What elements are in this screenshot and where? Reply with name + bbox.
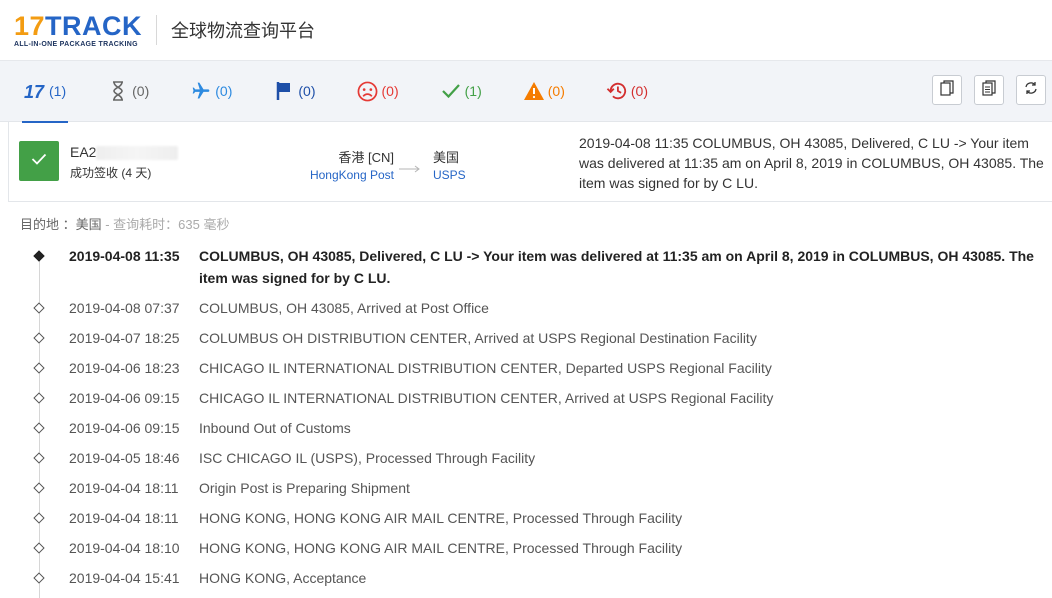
redacted-tracking-number	[96, 146, 179, 161]
filter-expired-count: (0)	[630, 83, 648, 99]
timeline-diamond-icon	[33, 362, 45, 374]
filter-not-found[interactable]: (0)	[95, 60, 161, 122]
timeline-diamond-icon	[33, 542, 45, 554]
copy-all-icon	[982, 79, 996, 101]
timeline-diamond-icon	[33, 250, 45, 262]
event-description: HONG KONG, HONG KONG AIR MAIL CENTRE, Pr…	[199, 510, 683, 526]
filter-not-found-count: (0)	[132, 83, 150, 99]
latest-event: 2019-04-08 11:35 COLUMBUS, OH 43085, Del…	[579, 135, 1044, 191]
copy-all-button[interactable]	[974, 75, 1004, 105]
page-title: 全球物流查询平台	[171, 21, 315, 41]
copy-button[interactable]	[932, 75, 962, 105]
filter-in-transit[interactable]: (0)	[178, 60, 244, 122]
filter-delivered[interactable]: (1)	[428, 60, 494, 122]
event-time: 2019-04-04 15:41	[69, 570, 180, 586]
event-description: CHICAGO IL INTERNATIONAL DISTRIBUTION CE…	[199, 360, 772, 376]
shipment-summary: EA2 成功签收 (4 天) 香港 [CN] HongKong Post 美国 …	[8, 122, 1052, 202]
origin-carrier-link[interactable]: HongKong Post	[310, 168, 394, 182]
filter-alert-count: (0)	[547, 83, 565, 99]
event-time: 2019-04-04 18:11	[69, 480, 179, 496]
17track-logo-icon: 17	[24, 80, 46, 102]
event-time: 2019-04-07 18:25	[69, 330, 180, 346]
refresh-button[interactable]	[1016, 75, 1046, 105]
page-header: 17TRACK ALL-IN-ONE PACKAGE TRACKING 全球物流…	[0, 0, 1052, 60]
destination-info: 美国 USPS	[433, 147, 466, 182]
event-description: COLUMBUS, OH 43085, Arrived at Post Offi…	[199, 300, 489, 316]
checkmark-icon	[31, 152, 47, 170]
timeline-diamond-icon	[33, 512, 45, 524]
query-time: - 查询耗时：635 毫秒	[101, 217, 230, 232]
event-description: COLUMBUS OH DISTRIBUTION CENTER, Arrived…	[199, 330, 757, 346]
hourglass-icon	[107, 80, 129, 102]
event-description: Origin Post is Preparing Shipment	[199, 480, 410, 496]
tracking-number-prefix: EA2	[70, 144, 97, 160]
event-description: HONG KONG, Acceptance	[199, 570, 367, 586]
filter-expired[interactable]: (0)	[594, 60, 660, 122]
filter-pick-up-count: (0)	[298, 83, 316, 99]
warning-icon	[523, 80, 545, 102]
event-time: 2019-04-04 18:10	[69, 540, 180, 556]
destination-carrier-link[interactable]: USPS	[433, 168, 466, 182]
filter-undelivered-count: (0)	[381, 83, 399, 99]
origin-country: 香港 [CN]	[338, 150, 394, 165]
timeline-diamond-icon	[33, 452, 45, 464]
filter-alert[interactable]: (0)	[511, 60, 577, 122]
event-time: 2019-04-06 18:23	[69, 360, 180, 376]
status-filter-bar: 17 (1) (0) (0) (0) (0) (1) (0) (0)	[0, 60, 1052, 123]
logo-17: 17	[14, 10, 46, 41]
timeline-diamond-icon	[33, 482, 45, 494]
destination-label: 目的地 ：美国	[20, 217, 102, 232]
timeline-diamond-icon	[33, 422, 45, 434]
event-description: HONG KONG, HONG KONG AIR MAIL CENTRE, Pr…	[199, 540, 683, 556]
tracking-number[interactable]: EA2	[70, 144, 179, 161]
toolbar-actions	[920, 75, 1046, 105]
timeline-diamond-icon	[33, 302, 45, 314]
filter-pick-up[interactable]: (0)	[261, 60, 327, 122]
header-divider	[156, 15, 157, 45]
event-time: 2019-04-05 18:46	[69, 450, 180, 466]
route-arrow-icon	[399, 160, 421, 173]
delivery-status: 成功签收 (4 天)	[70, 166, 152, 180]
event-description: ISC CHICAGO IL (USPS), Processed Through…	[199, 450, 536, 466]
event-description: CHICAGO IL INTERNATIONAL DISTRIBUTION CE…	[199, 390, 774, 406]
event-time: 2019-04-04 18:11	[69, 510, 179, 526]
timeline-diamond-icon	[33, 332, 45, 344]
filter-in-transit-count: (0)	[215, 83, 233, 99]
event-time: 2019-04-08 11:35	[69, 248, 180, 264]
refresh-icon	[1024, 81, 1038, 100]
delivered-status-badge	[19, 141, 59, 181]
copy-icon	[940, 79, 954, 101]
destination-country: 美国	[433, 150, 460, 165]
svg-text:17: 17	[24, 82, 45, 100]
filter-all-count: (1)	[49, 83, 67, 99]
sad-face-icon	[357, 80, 379, 102]
event-description: Inbound Out of Customs	[199, 420, 351, 436]
history-icon	[606, 80, 628, 102]
timeline-diamond-icon	[33, 392, 45, 404]
event-description: COLUMBUS, OH 43085, Delivered, C LU -> Y…	[199, 248, 1034, 286]
filter-undelivered[interactable]: (0)	[345, 60, 411, 122]
checkmark-icon	[440, 80, 462, 102]
17track-logo[interactable]: 17TRACK ALL-IN-ONE PACKAGE TRACKING	[14, 10, 143, 48]
logo-track: TRACK	[45, 10, 143, 41]
event-time: 2019-04-06 09:15	[69, 390, 180, 406]
logo-tagline: ALL-IN-ONE PACKAGE TRACKING	[14, 40, 138, 48]
filter-all[interactable]: 17 (1)	[12, 60, 78, 123]
flag-icon	[273, 80, 295, 102]
timeline-diamond-icon	[33, 572, 45, 584]
destination-line: 目的地 ：美国 - 查询耗时：635 毫秒	[20, 214, 229, 233]
airplane-icon	[190, 80, 212, 102]
event-time: 2019-04-08 07:37	[69, 300, 180, 316]
origin-info: 香港 [CN] HongKong Post	[310, 147, 394, 182]
event-time: 2019-04-06 09:15	[69, 420, 180, 436]
filter-delivered-count: (1)	[464, 83, 482, 99]
